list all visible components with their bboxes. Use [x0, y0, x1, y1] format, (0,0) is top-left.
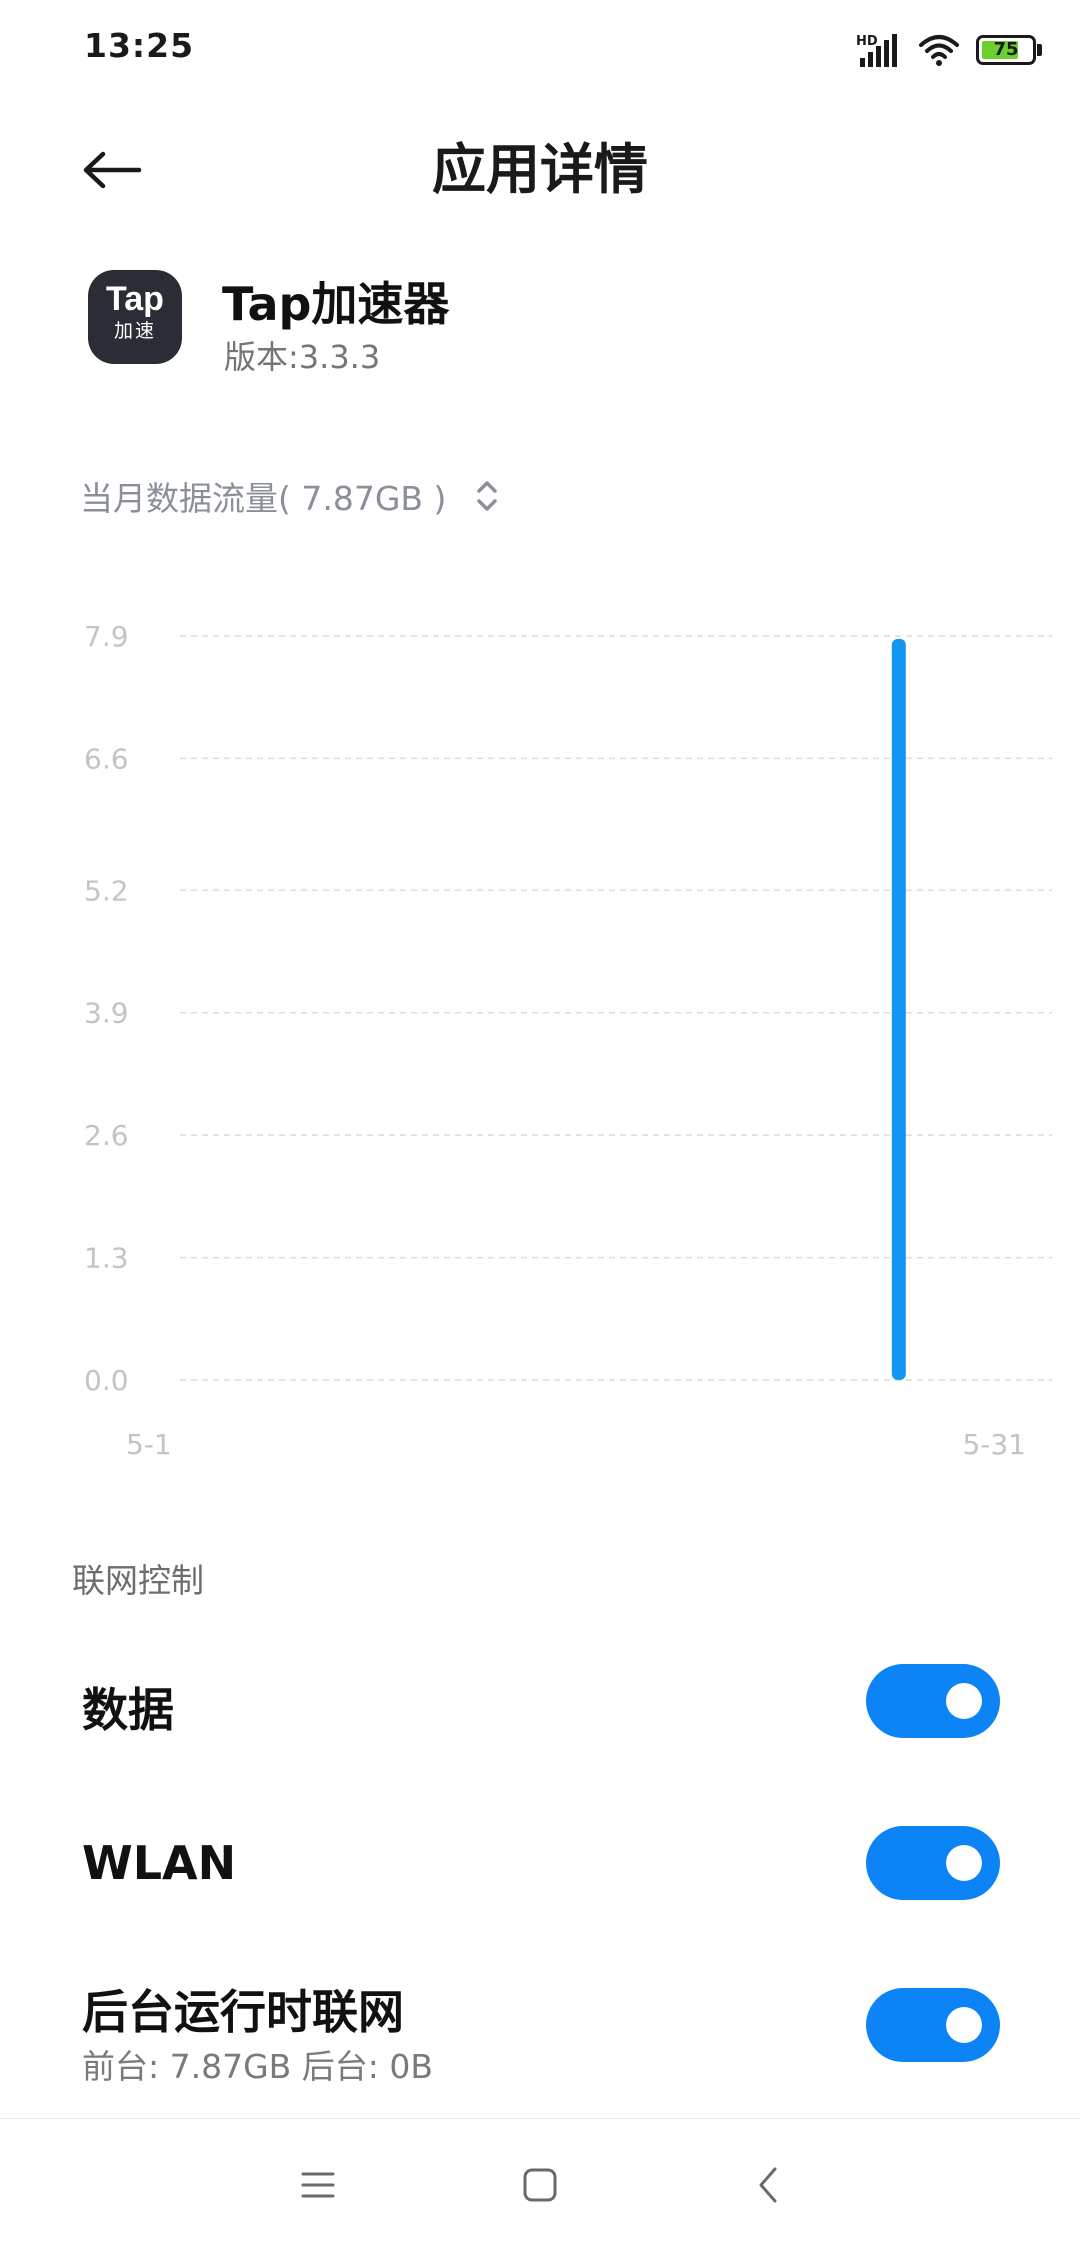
wifi-icon — [919, 35, 959, 66]
status-icons: HD 75 — [856, 30, 1042, 70]
x-tick-label-end: 5-31 — [962, 1428, 1026, 1461]
nav-back-button[interactable] — [730, 2147, 806, 2223]
app-icon-sub-text: 加速 — [113, 320, 156, 342]
toggle-knob — [946, 1683, 982, 1719]
app-icon-main-text: Tap — [106, 280, 164, 318]
usage-chart: 7.9 6.6 5.2 3.9 2.6 1.3 0.0 5-1 5-31 — [84, 620, 1052, 1461]
app-name: Tap加速器 — [222, 277, 450, 331]
wlan-toggle[interactable] — [866, 1826, 1000, 1900]
section-title-network-control: 联网控制 — [72, 1561, 204, 1600]
usage-label: 当月数据流量( 7.87GB ) — [80, 479, 447, 518]
usage-period-selector[interactable]: 当月数据流量( 7.87GB ) — [80, 468, 498, 524]
header: 应用详情 — [0, 110, 1080, 230]
y-tick-label: 1.3 — [84, 1242, 129, 1275]
app-info: Tap 加速 Tap加速器 版本:3.3.3 — [88, 268, 988, 378]
navigation-bar — [0, 2118, 1080, 2249]
y-tick-label: 0.0 — [84, 1364, 129, 1397]
hd-label: HD — [856, 34, 878, 49]
y-tick-label: 6.6 — [84, 742, 129, 775]
x-tick-label-start: 5-1 — [126, 1428, 172, 1461]
chart-bar — [891, 638, 906, 1380]
y-tick-label: 7.9 — [84, 620, 129, 653]
setting-label: WLAN — [82, 1836, 237, 1890]
toggle-knob — [946, 2007, 982, 2043]
nav-menu-button[interactable] — [280, 2147, 356, 2223]
app-icon: Tap 加速 — [88, 270, 182, 364]
app-version: 版本:3.3.3 — [224, 338, 381, 376]
toggle-knob — [946, 1845, 982, 1881]
menu-icon — [301, 2172, 335, 2198]
setting-sub-usage: 前台: 7.87GB 后台: 0B — [82, 2047, 434, 2086]
nav-home-button[interactable] — [502, 2147, 578, 2223]
back-arrow-icon — [83, 151, 142, 189]
setting-label: 后台运行时联网 — [82, 1985, 404, 2039]
battery-level: 75 — [993, 39, 1019, 60]
status-time: 13:25 — [84, 26, 195, 65]
setting-row-data[interactable]: 数据 — [0, 1630, 1080, 1780]
home-icon — [523, 2168, 557, 2202]
background-network-toggle[interactable] — [866, 1988, 1000, 2062]
setting-label: 数据 — [82, 1683, 174, 1737]
y-tick-label: 3.9 — [84, 997, 129, 1030]
setting-row-wlan[interactable]: WLAN — [0, 1792, 1080, 1942]
status-bar: 13:25 HD 75 — [0, 0, 1080, 100]
hd-signal-icon: HD — [856, 34, 897, 67]
y-tick-label: 2.6 — [84, 1119, 129, 1152]
back-icon — [759, 2167, 777, 2203]
data-toggle[interactable] — [866, 1664, 1000, 1738]
page-title: 应用详情 — [432, 138, 648, 201]
up-down-chevron-icon — [477, 481, 498, 511]
setting-row-background-network[interactable]: 后台运行时联网 前台: 7.87GB 后台: 0B — [0, 1954, 1080, 2104]
back-button[interactable] — [72, 140, 152, 200]
battery-icon: 75 — [976, 35, 1042, 65]
y-tick-label: 5.2 — [84, 874, 129, 907]
